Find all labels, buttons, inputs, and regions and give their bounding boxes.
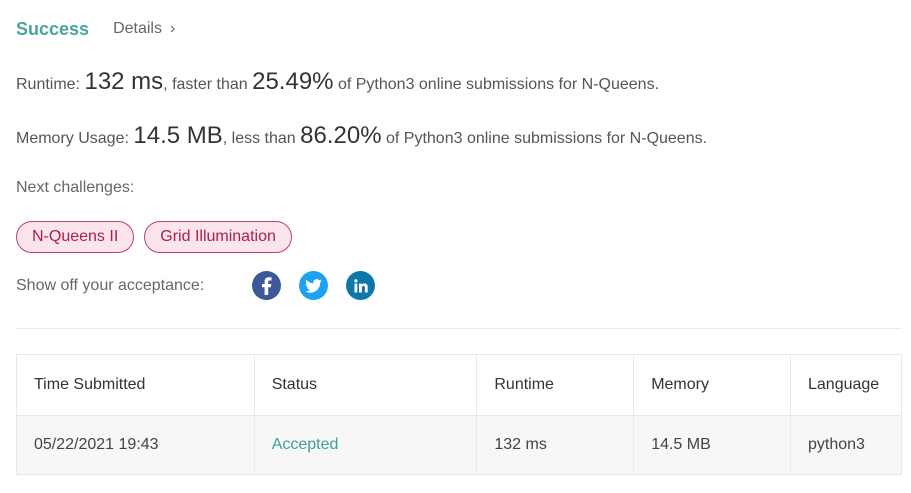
status-success: Success — [16, 18, 90, 39]
cell-time-submitted: 05/22/2021 19:43 — [16, 415, 255, 475]
col-header-language: Language — [790, 354, 902, 416]
next-challenges-list: N-Queens II Grid Illumination — [16, 221, 292, 253]
table-header-row: Time Submitted Status Runtime Memory Lan… — [16, 354, 902, 416]
divider — [16, 328, 902, 329]
col-header-time-submitted: Time Submitted — [16, 354, 255, 416]
col-header-memory: Memory — [633, 354, 791, 416]
col-header-status: Status — [253, 354, 478, 416]
cell-language: python3 — [790, 415, 902, 475]
cell-memory: 14.5 MB — [633, 415, 791, 475]
memory-suffix: of Python3 online submissions for N-Quee… — [381, 130, 708, 147]
memory-stat: Memory Usage: 14.5 MB, less than 86.20% … — [16, 122, 707, 150]
runtime-value: 132 ms — [84, 68, 164, 95]
memory-label: Memory Usage: — [16, 130, 134, 147]
facebook-icon[interactable] — [252, 271, 281, 300]
runtime-stat: Runtime: 132 ms, faster than 25.49% of P… — [16, 68, 659, 96]
runtime-percent: 25.49% — [252, 68, 334, 95]
next-challenges-label: Next challenges: — [16, 179, 135, 196]
chevron-right-icon: › — [169, 20, 176, 37]
share-section: Show off your acceptance: — [16, 271, 393, 300]
challenge-tag-grid-illumination[interactable]: Grid Illumination — [144, 221, 292, 253]
details-link[interactable]: Details › — [113, 20, 175, 38]
cell-runtime: 132 ms — [476, 415, 635, 475]
runtime-mid: , faster than — [163, 76, 253, 93]
submissions-table: Time Submitted Status Runtime Memory Lan… — [16, 354, 902, 475]
result-header: Success Details › — [16, 17, 175, 41]
share-label: Show off your acceptance: — [16, 276, 205, 294]
runtime-suffix: of Python3 online submissions for N-Quee… — [333, 76, 660, 93]
col-header-runtime: Runtime — [476, 354, 635, 416]
memory-value: 14.5 MB — [133, 122, 223, 149]
memory-percent: 86.20% — [300, 122, 382, 149]
twitter-icon[interactable] — [299, 271, 328, 300]
table-row: 05/22/2021 19:43 Accepted 132 ms 14.5 MB… — [16, 415, 902, 475]
challenge-tag-n-queens-ii[interactable]: N-Queens II — [16, 221, 135, 253]
linkedin-icon[interactable] — [346, 271, 375, 300]
details-label: Details — [113, 20, 162, 37]
memory-mid: , less than — [222, 130, 301, 147]
cell-status-accepted[interactable]: Accepted — [253, 415, 478, 475]
runtime-label: Runtime: — [16, 76, 85, 93]
